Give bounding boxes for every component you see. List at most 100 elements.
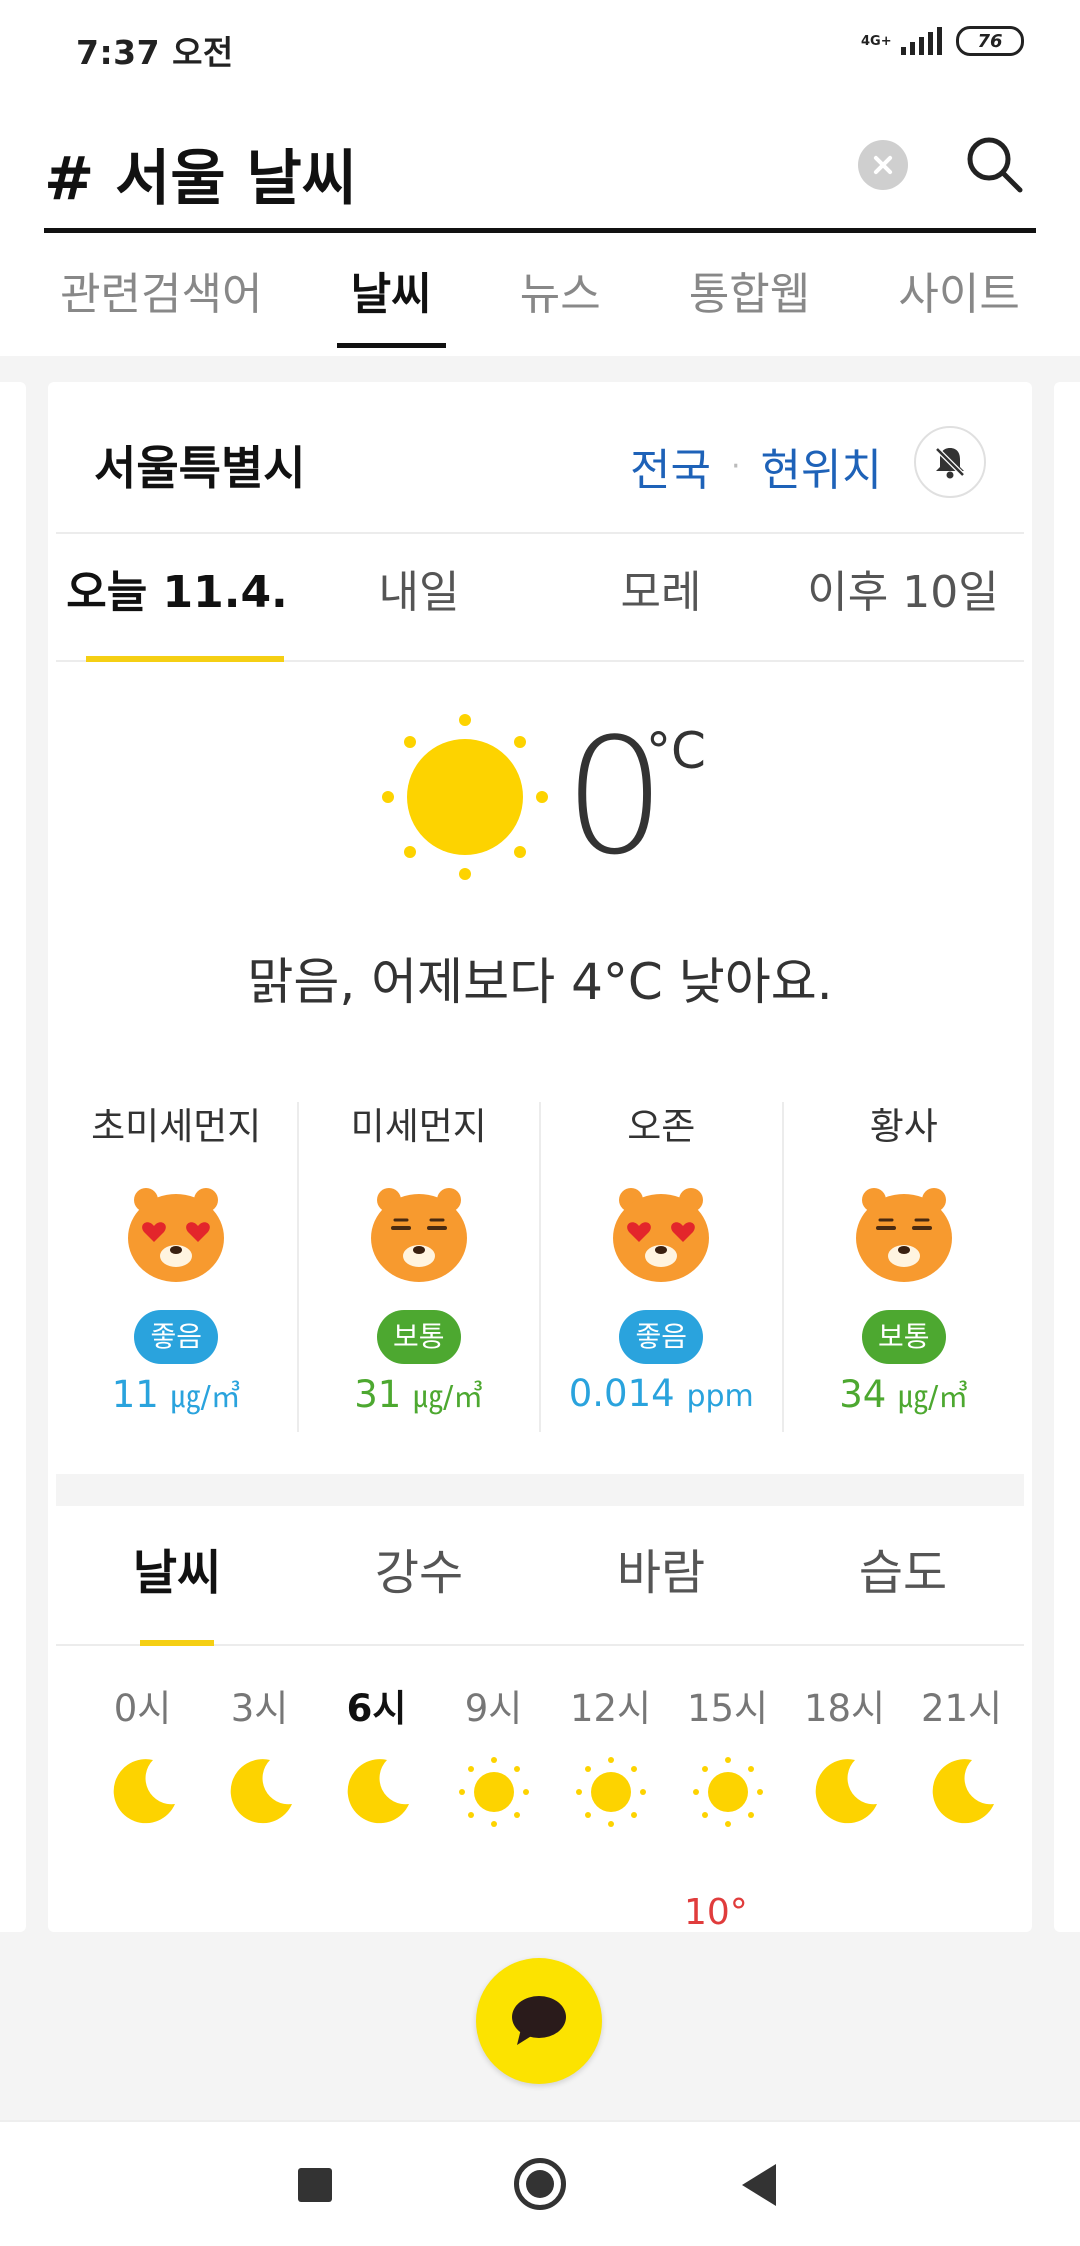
sun-icon xyxy=(458,1757,529,1827)
bell-off-icon xyxy=(935,447,965,479)
neutral-face-icon xyxy=(370,1188,467,1282)
air-quality-item[interactable]: 초미세먼지좋음 11 ㎍/㎥ xyxy=(56,1102,297,1432)
day-tab-today[interactable]: 오늘 11.4. xyxy=(56,534,298,662)
air-quality-status-badge: 보통 xyxy=(861,1310,946,1364)
hourly-temperature-peek: 10° xyxy=(684,1892,748,1932)
air-quality-value: 31 ㎍/㎥ xyxy=(299,1372,540,1416)
search-icon[interactable] xyxy=(962,132,1028,198)
hour-label: 21시 xyxy=(920,1687,1003,1730)
forecast-tab-precipitation[interactable]: 강수 xyxy=(298,1506,540,1644)
weather-card: 서울특별시 전국 · 현위치 오늘 11.4. 내일 모레 이후 10일 0 °… xyxy=(48,382,1032,1932)
battery-icon: 76 xyxy=(956,26,1024,56)
day-tab-tomorrow[interactable]: 내일 xyxy=(298,534,540,660)
clear-search-button[interactable] xyxy=(858,140,908,190)
day-tabs: 오늘 11.4. 내일 모레 이후 10일 xyxy=(56,532,1024,662)
network-type: 4G+ xyxy=(861,33,892,49)
sun-icon xyxy=(692,1757,763,1827)
weather-description: 맑음, 어제보다 4°C 낮아요. xyxy=(247,953,833,1011)
kakaotalk-share-button[interactable] xyxy=(476,1958,602,2084)
hour-label: 15시 xyxy=(686,1687,769,1730)
hourly-item: 18시 xyxy=(786,1682,903,1836)
back-button[interactable] xyxy=(742,2164,776,2206)
air-quality-label: 초미세먼지 xyxy=(91,1105,262,1148)
hour-label: 9시 xyxy=(464,1687,523,1730)
hour-label: 12시 xyxy=(569,1687,652,1730)
hourly-item: 15시 xyxy=(669,1682,786,1836)
air-quality-item[interactable]: 황사 보통 34 ㎍/㎥ xyxy=(781,1102,1025,1432)
hourly-forecast: 0시 3시 6시 9시 12시 15시 18시 21시 xyxy=(84,1682,1020,1836)
home-button[interactable] xyxy=(514,2158,566,2210)
region-name: 서울특별시 xyxy=(94,441,306,495)
hour-label: 6시 xyxy=(346,1687,407,1730)
nationwide-link[interactable]: 전국 xyxy=(630,434,711,498)
air-quality-number: 34 xyxy=(839,1373,887,1416)
moon-icon xyxy=(815,1759,877,1824)
air-quality-unit: ㎍/㎥ xyxy=(413,1380,484,1415)
air-quality-item[interactable]: 미세먼지보통 31 ㎍/㎥ xyxy=(296,1102,540,1432)
chat-bubble-icon xyxy=(512,1996,566,2045)
status-indicators: 4G+ 76 xyxy=(861,26,1024,56)
search-underline xyxy=(44,228,1036,233)
forecast-tab-weather[interactable]: 날씨 xyxy=(56,1506,298,1646)
air-quality-number: 31 xyxy=(354,1373,402,1416)
air-quality-unit: ㎍/㎥ xyxy=(170,1380,241,1415)
forecast-tab-wind[interactable]: 바람 xyxy=(540,1506,782,1644)
bottom-area xyxy=(0,1932,1080,2120)
tab-news[interactable]: 뉴스 xyxy=(506,266,615,356)
moon-icon xyxy=(113,1759,175,1824)
hourly-item: 12시 xyxy=(552,1682,669,1836)
day-tab-10-days[interactable]: 이후 10일 xyxy=(782,534,1024,660)
sun-icon xyxy=(575,1757,646,1827)
search-input[interactable]: # 서울 날씨 xyxy=(44,130,357,217)
air-quality-status-badge: 좋음 xyxy=(134,1310,219,1364)
air-quality-value: 11 ㎍/㎥ xyxy=(56,1372,297,1416)
hourly-item: 21시 xyxy=(903,1682,1020,1836)
sun-icon xyxy=(382,714,548,880)
tab-related-searches[interactable]: 관련검색어 xyxy=(46,266,276,356)
current-weather: 0 °C xyxy=(48,703,1032,912)
signal-icon xyxy=(901,27,942,55)
status-bar: 7:37 오전 4G+ 76 xyxy=(0,0,1080,96)
current-location-link[interactable]: 현위치 xyxy=(761,434,882,498)
system-navigation-bar xyxy=(0,2120,1080,2246)
heart-eyes-face-icon xyxy=(128,1188,225,1282)
air-quality-status-badge: 좋음 xyxy=(619,1310,704,1364)
hourly-item: 6시 xyxy=(318,1682,435,1836)
notification-off-button[interactable] xyxy=(914,426,986,498)
air-quality-number: 11 xyxy=(111,1373,159,1416)
region-row: 서울특별시 전국 · 현위치 xyxy=(48,382,1032,532)
forecast-tab-humidity[interactable]: 습도 xyxy=(782,1506,1024,1644)
previous-card-peek[interactable] xyxy=(0,382,26,1932)
air-quality-label: 오존 xyxy=(627,1105,696,1148)
hour-label: 3시 xyxy=(230,1687,289,1730)
air-quality-unit: ppm xyxy=(686,1379,754,1414)
hour-label: 18시 xyxy=(803,1687,886,1730)
section-divider xyxy=(56,1474,1024,1506)
link-separator: · xyxy=(730,448,741,484)
moon-icon xyxy=(347,1759,409,1824)
hourly-item: 3시 xyxy=(201,1682,318,1836)
hourly-item: 9시 xyxy=(435,1682,552,1836)
air-quality-unit: ㎍/㎥ xyxy=(898,1380,969,1415)
recent-apps-button[interactable] xyxy=(298,2168,332,2202)
air-quality: 초미세먼지 좋음 11 ㎍/㎥ 미세먼지 보통 31 ㎍/㎥ 오존 좋음 0.014 ppm 황사… xyxy=(56,1102,1024,1432)
forecast-tabs: 날씨 강수 바람 습도 xyxy=(56,1506,1024,1646)
search-header: # 서울 날씨 관련검색어 날씨 뉴스 통합웹 사이트 xyxy=(0,96,1080,356)
hourly-item: 0시 xyxy=(84,1682,201,1836)
moon-icon xyxy=(230,1759,292,1824)
air-quality-value: 34 ㎍/㎥ xyxy=(784,1372,1025,1416)
hour-label: 0시 xyxy=(113,1687,172,1730)
temperature-unit: °C xyxy=(646,722,706,780)
tab-sites[interactable]: 사이트 xyxy=(884,266,1033,356)
neutral-face-icon xyxy=(855,1188,952,1282)
day-tab-day-after[interactable]: 모레 xyxy=(540,534,782,660)
next-card-peek[interactable] xyxy=(1054,382,1080,1932)
air-quality-label: 미세먼지 xyxy=(350,1105,487,1148)
tab-weather[interactable]: 날씨 xyxy=(336,266,446,356)
region-links: 전국 · 현위치 xyxy=(630,434,882,498)
moon-icon xyxy=(932,1759,994,1824)
tab-web[interactable]: 통합웹 xyxy=(675,266,824,356)
air-quality-status-badge: 보통 xyxy=(376,1310,461,1364)
air-quality-item[interactable]: 오존 좋음 0.014 ppm xyxy=(539,1102,782,1432)
status-time: 7:37 오전 xyxy=(76,33,234,72)
